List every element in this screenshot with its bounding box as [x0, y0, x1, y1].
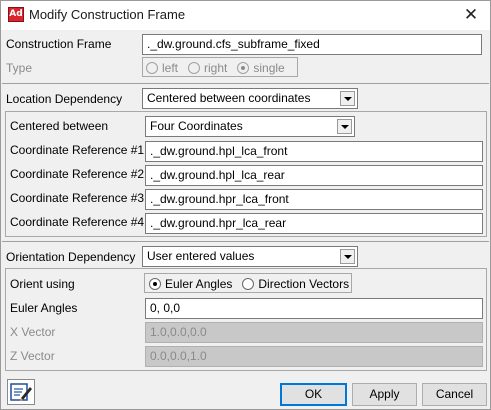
coordinate-reference-3-label: Coordinate Reference #3	[10, 191, 145, 205]
location-dependency-label: Location Dependency	[6, 92, 123, 106]
coordinate-reference-4-field[interactable]: ._dw.ground.hpr_lca_rear	[145, 213, 483, 234]
edit-notes-icon[interactable]	[7, 379, 35, 405]
orient-using-radio-group: Euler Angles Direction Vectors	[144, 273, 352, 293]
coordinate-reference-3-field[interactable]: ._dw.ground.hpr_lca_front	[145, 189, 483, 210]
app-logo-icon: Ad	[8, 7, 24, 22]
divider	[2, 83, 489, 84]
coordinate-reference-4-label: Coordinate Reference #4	[10, 215, 145, 229]
coordinate-reference-2-label: Coordinate Reference #2	[10, 167, 145, 181]
z-vector-label: Z Vector	[10, 349, 55, 363]
orientation-dependency-value: User entered values	[147, 249, 255, 263]
apply-button[interactable]: Apply	[352, 383, 417, 406]
euler-angles-field[interactable]: 0, 0,0	[145, 298, 483, 319]
type-option-right[interactable]: right	[188, 61, 227, 75]
construction-frame-label: Construction Frame	[6, 37, 112, 51]
radio-icon	[242, 277, 255, 290]
divider	[2, 241, 489, 242]
radio-selected-icon	[149, 277, 161, 290]
coordinate-reference-1-label: Coordinate Reference #1	[10, 143, 145, 157]
x-vector-label: X Vector	[10, 325, 56, 339]
radio-selected-icon	[237, 61, 250, 74]
chevron-down-icon[interactable]	[340, 249, 355, 264]
type-option-single[interactable]: single	[237, 61, 285, 75]
dialog-window: Ad Modify Construction Frame ✕ Construct…	[0, 0, 491, 410]
centered-between-select[interactable]: Four Coordinates	[145, 116, 355, 137]
title-bar: Ad Modify Construction Frame ✕	[1, 1, 490, 30]
coordinate-reference-2-field[interactable]: ._dw.ground.hpl_lca_rear	[145, 165, 483, 186]
orient-using-label: Orient using	[10, 277, 75, 291]
type-label: Type	[6, 61, 33, 75]
window-title: Modify Construction Frame	[29, 7, 186, 22]
radio-icon	[146, 61, 158, 74]
euler-angles-label: Euler Angles	[10, 301, 78, 315]
construction-frame-field[interactable]: ._dw.ground.cfs_subframe_fixed	[142, 34, 482, 55]
type-radio-group: left right single	[142, 57, 298, 77]
chevron-down-icon[interactable]	[337, 119, 352, 134]
centered-between-value: Four Coordinates	[150, 119, 243, 133]
orientation-dependency-select[interactable]: User entered values	[142, 246, 358, 267]
ok-button[interactable]: OK	[280, 383, 347, 406]
chevron-down-icon[interactable]	[340, 91, 355, 106]
orient-option-direction-vectors[interactable]: Direction Vectors	[242, 277, 349, 291]
close-icon[interactable]: ✕	[459, 5, 483, 25]
cancel-button[interactable]: Cancel	[422, 383, 487, 406]
x-vector-field[interactable]: 1.0,0.0,0.0	[145, 322, 483, 343]
z-vector-field[interactable]: 0.0,0.0,1.0	[145, 346, 483, 367]
orient-option-euler-angles[interactable]: Euler Angles	[149, 277, 232, 291]
type-option-left[interactable]: left	[146, 61, 178, 75]
location-dependency-select[interactable]: Centered between coordinates	[142, 88, 358, 109]
orientation-dependency-label: Orientation Dependency	[6, 250, 136, 264]
radio-icon	[188, 61, 201, 74]
centered-between-label: Centered between	[10, 119, 109, 133]
coordinate-reference-1-field[interactable]: ._dw.ground.hpl_lca_front	[145, 141, 483, 162]
location-dependency-value: Centered between coordinates	[147, 91, 311, 105]
